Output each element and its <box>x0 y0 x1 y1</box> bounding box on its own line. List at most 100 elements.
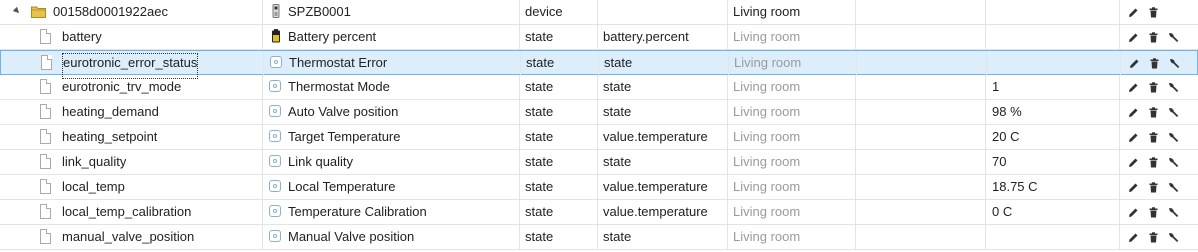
settings-button[interactable] <box>1164 153 1182 171</box>
state-name-cell: Thermostat Error <box>264 51 520 75</box>
state-row[interactable]: local_temp Local Temperature state value… <box>0 175 1198 200</box>
device-name: SPZB0001 <box>288 4 351 19</box>
settings-button[interactable] <box>1164 203 1182 221</box>
state-actions <box>1120 100 1198 124</box>
state-id[interactable]: battery <box>62 25 102 49</box>
file-icon <box>40 154 51 169</box>
expand-arrow-icon[interactable] <box>12 6 22 16</box>
delete-button[interactable] <box>1144 203 1162 221</box>
state-id[interactable]: eurotronic_trv_mode <box>62 75 181 99</box>
delete-icon <box>1149 181 1157 192</box>
state-value: 98 % <box>992 104 1022 119</box>
delete-button[interactable] <box>1144 228 1162 246</box>
edit-button[interactable] <box>1125 54 1143 72</box>
state-row[interactable]: eurotronic_trv_mode Thermostat Mode stat… <box>0 75 1198 100</box>
edit-button[interactable] <box>1124 78 1142 96</box>
delete-button[interactable] <box>1144 178 1162 196</box>
device-value <box>986 0 1119 24</box>
settings-button[interactable] <box>1164 28 1182 46</box>
state-row[interactable]: heating_demand Auto Valve position state… <box>0 100 1198 125</box>
wrench-icon <box>1168 107 1178 117</box>
state-id[interactable]: heating_setpoint <box>62 125 157 149</box>
delete-icon <box>1149 156 1157 167</box>
state-name: Thermostat Mode <box>288 79 390 94</box>
state-id[interactable]: local_temp_calibration <box>62 200 191 224</box>
wrench-icon <box>1168 157 1178 167</box>
state-value: 20 C <box>992 129 1020 144</box>
state-id[interactable]: local_temp <box>62 175 125 199</box>
delete-icon <box>1149 206 1157 217</box>
device-name-cell: SPZB0001 <box>263 0 519 24</box>
state-id[interactable]: heating_demand <box>62 100 159 124</box>
edit-button[interactable] <box>1124 153 1142 171</box>
state-value: 70 <box>992 154 1007 169</box>
state-type: state <box>526 55 555 70</box>
state-icon <box>269 180 281 192</box>
state-id[interactable]: manual_valve_position <box>62 225 194 249</box>
edit-button[interactable] <box>1124 128 1142 146</box>
state-role: state <box>603 154 632 169</box>
edit-button[interactable] <box>1124 203 1142 221</box>
state-role: state <box>603 229 632 244</box>
state-actions <box>1120 200 1198 224</box>
state-name: Temperature Calibration <box>288 204 427 219</box>
file-icon <box>40 229 51 244</box>
settings-button[interactable] <box>1164 128 1182 146</box>
edit-icon <box>1128 208 1137 217</box>
wrench-icon <box>1168 182 1178 192</box>
state-row[interactable]: local_temp_calibration Temperature Calib… <box>0 200 1198 225</box>
delete-button[interactable] <box>1144 78 1162 96</box>
state-row[interactable]: battery Battery percent state battery.pe… <box>0 25 1198 50</box>
state-room: Living room <box>733 129 801 144</box>
settings-button[interactable] <box>1164 103 1182 121</box>
edit-icon <box>1129 59 1138 68</box>
device-row[interactable]: 00158d0001922aec SPZB0001 device Living … <box>0 0 1198 25</box>
delete-button[interactable] <box>1144 128 1162 146</box>
delete-button[interactable] <box>1145 54 1163 72</box>
edit-button[interactable] <box>1124 178 1142 196</box>
edit-button[interactable] <box>1124 228 1142 246</box>
state-name: Local Temperature <box>288 179 396 194</box>
delete-button[interactable] <box>1144 3 1162 21</box>
state-icon <box>270 56 282 68</box>
state-role: state <box>603 79 632 94</box>
state-role: battery.percent <box>603 29 689 44</box>
state-room: Living room <box>733 104 801 119</box>
state-room: Living room <box>733 179 801 194</box>
state-name-cell: Auto Valve position <box>263 100 519 124</box>
device-id[interactable]: 00158d0001922aec <box>53 0 168 24</box>
state-actions <box>1121 51 1198 75</box>
delete-icon <box>1150 57 1158 68</box>
state-name-cell: Thermostat Mode <box>263 75 519 99</box>
state-id[interactable]: link_quality <box>62 150 126 174</box>
state-actions <box>1120 25 1198 49</box>
edit-button[interactable] <box>1124 103 1142 121</box>
state-actions <box>1120 75 1198 99</box>
delete-button[interactable] <box>1144 103 1162 121</box>
state-row[interactable]: eurotronic_error_status Thermostat Error… <box>0 50 1198 79</box>
state-name: Target Temperature <box>288 129 401 144</box>
wrench-icon <box>1168 232 1178 242</box>
settings-button[interactable] <box>1164 228 1182 246</box>
file-icon <box>40 104 51 119</box>
state-role: value.temperature <box>603 204 708 219</box>
state-icon <box>269 230 281 242</box>
delete-button[interactable] <box>1144 153 1162 171</box>
edit-icon <box>1128 133 1137 142</box>
settings-button[interactable] <box>1164 178 1182 196</box>
state-actions <box>1120 225 1198 249</box>
state-value: 18.75 C <box>992 179 1038 194</box>
state-value <box>986 25 1119 49</box>
state-row[interactable]: manual_valve_position Manual Valve posit… <box>0 225 1198 250</box>
state-row[interactable]: link_quality Link quality state state Li… <box>0 150 1198 175</box>
state-type: state <box>525 29 554 44</box>
delete-button[interactable] <box>1144 28 1162 46</box>
edit-button[interactable] <box>1124 3 1142 21</box>
edit-button[interactable] <box>1124 28 1142 46</box>
delete-icon <box>1149 131 1157 142</box>
state-icon <box>269 130 281 142</box>
state-name-cell: Battery percent <box>263 25 519 49</box>
settings-button[interactable] <box>1165 54 1183 72</box>
settings-button[interactable] <box>1164 78 1182 96</box>
state-row[interactable]: heating_setpoint Target Temperature stat… <box>0 125 1198 150</box>
